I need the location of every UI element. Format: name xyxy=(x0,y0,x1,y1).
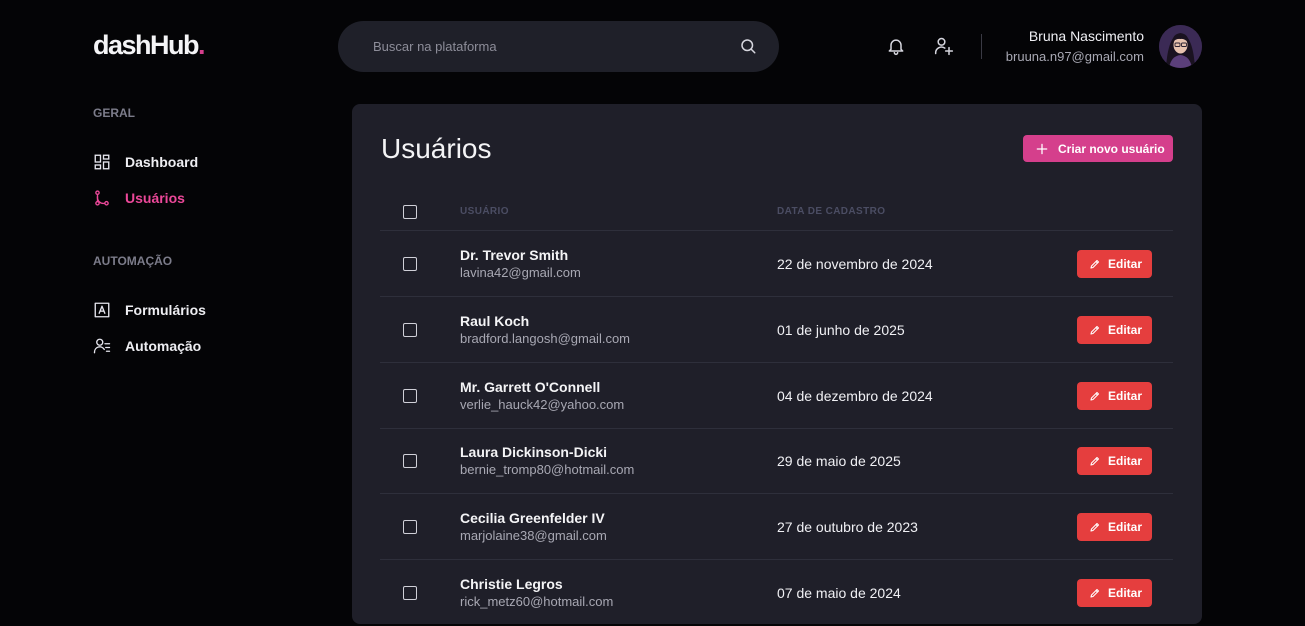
signup-date-cell: 04 de dezembro de 2024 xyxy=(777,388,933,404)
sidebar-item-label: Usuários xyxy=(125,190,185,206)
user-name-cell: Dr. Trevor Smith xyxy=(460,247,569,263)
user-email-cell: bradford.langosh@gmail.com xyxy=(460,331,631,346)
user-email-cell: bernie_tromp80@hotmail.com xyxy=(460,462,635,477)
plus-icon xyxy=(1036,143,1048,154)
pencil-icon xyxy=(1090,588,1100,598)
brand-dot: . xyxy=(198,30,206,60)
edit-label: Editar xyxy=(1108,454,1143,468)
create-user-label: Criar novo usuário xyxy=(1058,141,1165,156)
row-checkbox[interactable] xyxy=(403,520,417,534)
pencil-icon xyxy=(1090,259,1100,269)
edit-label: Editar xyxy=(1108,257,1143,271)
sidebar-item-formularios[interactable]: Formulários xyxy=(93,299,206,321)
brand-name: dashHub xyxy=(93,30,200,60)
table-row: Raul Koch bradford.langosh@gmail.com 01 de… xyxy=(352,297,1202,363)
table-row: Cecilia Greenfelder IV marjolaine38@gmail… xyxy=(352,494,1202,560)
add-user-icon[interactable] xyxy=(934,36,954,56)
sidebar-section-geral: GERAL xyxy=(93,106,135,120)
edit-button[interactable]: Editar xyxy=(1077,579,1152,607)
pencil-icon xyxy=(1090,456,1100,466)
edit-label: Editar xyxy=(1108,389,1143,403)
row-checkbox[interactable] xyxy=(403,257,417,271)
edit-button[interactable]: Editar xyxy=(1077,447,1152,475)
table-row: Christie Legros rick_metz60@hotmail.com 07… xyxy=(352,560,1202,626)
user-name-cell: Laura Dickinson-Dicki xyxy=(460,444,608,460)
column-header-date: DATA DE CADASTRO xyxy=(777,206,886,217)
column-header-user: USUÁRIO xyxy=(460,206,509,217)
table-row: Dr. Trevor Smith lavina42@gmail.com 22 de … xyxy=(352,231,1202,297)
row-checkbox[interactable] xyxy=(403,454,417,468)
row-checkbox[interactable] xyxy=(403,389,417,403)
sidebar-item-dashboard[interactable]: Dashboard xyxy=(93,151,198,173)
page-title: Usuários xyxy=(381,133,492,164)
signup-date-cell: 22 de novembro de 2024 xyxy=(777,256,933,272)
user-email-cell: rick_metz60@hotmail.com xyxy=(460,594,614,609)
user-email: bruuna.n97@gmail.com xyxy=(1005,49,1144,64)
sidebar-item-usuarios[interactable]: Usuários xyxy=(93,187,185,209)
sidebar-item-automacao[interactable]: Automação xyxy=(93,335,201,357)
signup-date-cell: 01 de junho de 2025 xyxy=(777,322,905,338)
sidebar-section-automacao: AUTOMAÇÃO xyxy=(93,254,173,268)
edit-button[interactable]: Editar xyxy=(1077,250,1152,278)
user-email-cell: lavina42@gmail.com xyxy=(460,265,581,280)
signup-date-cell: 27 de outubro de 2023 xyxy=(777,519,918,535)
edit-label: Editar xyxy=(1108,520,1143,534)
git-branch-icon xyxy=(95,190,109,206)
users-panel: Usuários Criar novo usuário USUÁRIO DATA… xyxy=(352,104,1202,624)
edit-button[interactable]: Editar xyxy=(1077,513,1152,541)
form-icon xyxy=(94,302,110,318)
pencil-icon xyxy=(1090,325,1100,335)
user-name-cell: Cecilia Greenfelder IV xyxy=(460,510,605,526)
signup-date-cell: 07 de maio de 2024 xyxy=(777,585,901,601)
user-name-cell: Christie Legros xyxy=(460,576,563,592)
header-divider xyxy=(981,34,982,59)
bell-icon[interactable] xyxy=(886,36,906,56)
edit-label: Editar xyxy=(1108,323,1143,337)
pencil-icon xyxy=(1090,391,1100,401)
pencil-icon xyxy=(1090,522,1100,532)
row-checkbox[interactable] xyxy=(403,586,417,600)
sidebar-item-label: Automação xyxy=(125,338,202,354)
sidebar-item-label: Dashboard xyxy=(125,154,199,170)
table-row: Laura Dickinson-Dicki bernie_tromp80@hotm… xyxy=(352,428,1202,494)
user-email-cell: marjolaine38@gmail.com xyxy=(460,528,607,543)
table-row: Mr. Garrett O'Connell verlie_hauck42@yaho… xyxy=(352,363,1202,429)
user-automation-icon xyxy=(93,338,111,354)
user-email-cell: verlie_hauck42@yahoo.com xyxy=(460,397,625,412)
edit-button[interactable]: Editar xyxy=(1077,382,1152,410)
user-name: Bruna Nascimento xyxy=(1028,28,1144,44)
edit-label: Editar xyxy=(1108,586,1143,600)
brand-logo[interactable]: dashHub. xyxy=(93,30,206,61)
sidebar-item-label: Formulários xyxy=(125,302,206,318)
signup-date-cell: 29 de maio de 2025 xyxy=(777,453,901,469)
select-all-checkbox[interactable] xyxy=(403,205,417,219)
search-bar xyxy=(338,21,779,72)
row-checkbox[interactable] xyxy=(403,323,417,337)
dashboard-icon xyxy=(94,154,110,170)
create-user-button[interactable]: Criar novo usuário xyxy=(1023,135,1173,162)
search-input[interactable] xyxy=(373,36,713,56)
avatar[interactable] xyxy=(1159,25,1202,68)
user-name-cell: Raul Koch xyxy=(460,313,530,329)
edit-button[interactable]: Editar xyxy=(1077,316,1152,344)
search-icon[interactable] xyxy=(739,37,757,55)
user-name-cell: Mr. Garrett O'Connell xyxy=(460,379,601,395)
